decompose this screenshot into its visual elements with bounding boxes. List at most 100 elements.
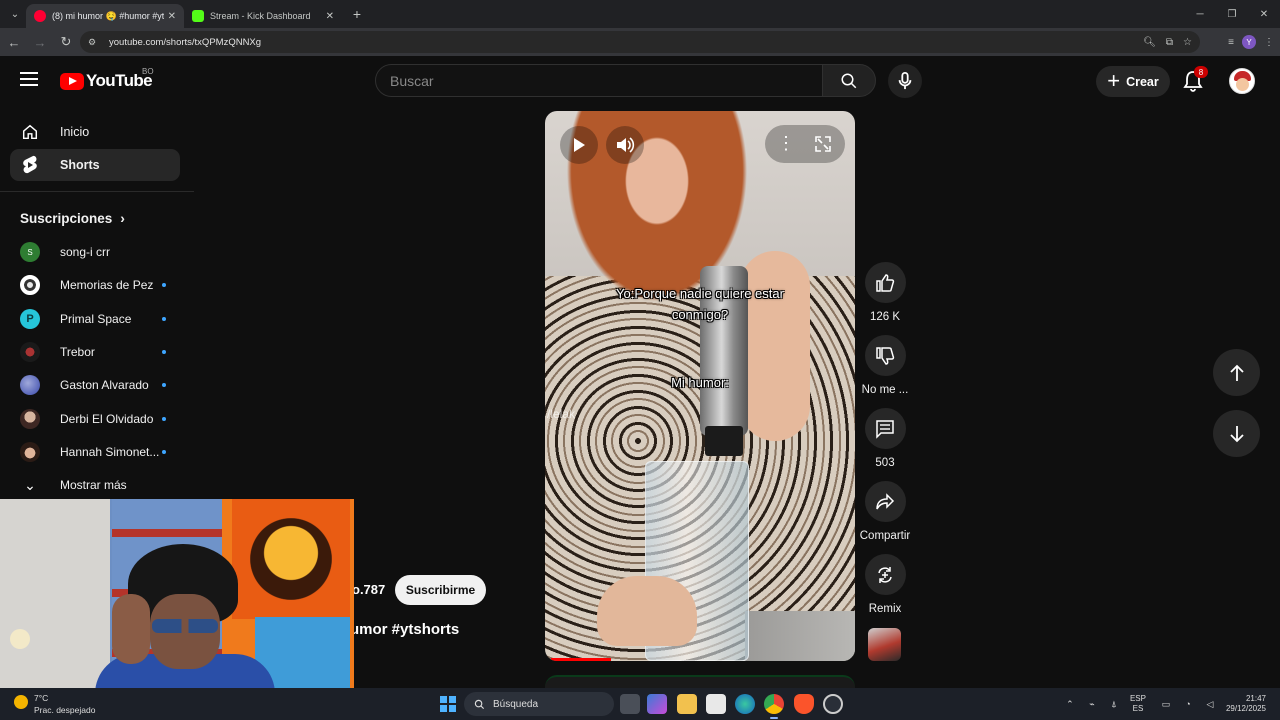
voice-search-button[interactable] [888,64,922,98]
search-input[interactable]: Buscar [375,64,823,97]
channel-name: Derbi El Olvidado [60,412,154,426]
weather-widget[interactable]: 7°C Prac. despejado [14,690,104,718]
obs-icon[interactable] [823,694,843,714]
remix-button[interactable]: Remix [858,554,912,615]
new-tab-button[interactable]: + [346,6,368,22]
video-progress-bar[interactable] [551,658,851,661]
forward-button[interactable]: → [28,30,52,54]
restore-button[interactable]: ❐ [1216,0,1248,28]
zoom-icon[interactable]: 🔍︎ [1143,37,1156,48]
edge-icon[interactable] [735,694,755,714]
show-more-button[interactable]: ⌄ Mostrar más [10,469,180,501]
media-control-icon[interactable]: ≡ [1228,37,1234,48]
comment-count: 503 [875,457,895,469]
search-icon [474,699,485,709]
subscription-item[interactable]: Derbi El Olvidado [10,403,180,435]
new-content-dot [162,450,166,454]
sidebar-item-label: Shorts [60,158,100,172]
taskbar-search[interactable]: Búsqueda [464,692,614,716]
audio-thumbnail[interactable] [868,628,901,661]
youtube-favicon-icon [34,10,46,22]
share-button[interactable]: Compartir [858,481,912,542]
cast-icon[interactable]: ⧉ [1166,37,1173,48]
new-content-dot [162,283,166,287]
omnibox-actions: 🔍︎ ⧉ ☆ [1143,31,1192,53]
windows-taskbar: 7°C Prac. despejado Búsqueda ⌃ ⌁ ⍋ ESP E… [0,688,1280,720]
volume-button[interactable] [606,126,644,164]
tab-youtube-short[interactable]: (8) mi humor 🤤 #humor #ytsh ✕ [26,4,184,28]
store-icon[interactable] [706,694,726,714]
like-button[interactable]: 126 K [858,262,912,323]
account-avatar[interactable] [1229,68,1255,94]
menu-hamburger-icon[interactable] [20,72,38,86]
omnibox[interactable]: ⚙ youtube.com/shorts/txQPMzQNNXg 🔍︎ ⧉ ☆ [80,31,1200,53]
url-text: youtube.com/shorts/txQPMzQNNXg [109,36,262,48]
subscribe-button[interactable]: Suscribirme [395,575,486,605]
tab-search-button[interactable]: ⌄ [4,3,26,25]
create-button[interactable]: + Crear [1096,66,1170,97]
notification-badge: 8 [1194,66,1208,78]
dislike-button[interactable]: No me ... [858,335,912,396]
system-tray: ⌃ ⌁ ⍋ ESP ES ▭ ◔ ◁ 21:47 29/12/2025 [1064,688,1280,720]
subscription-item[interactable]: Gaston Alvarado [10,369,180,401]
notifications-button[interactable]: 8 [1183,66,1208,92]
next-short-button[interactable] [1213,410,1260,457]
previous-short-button[interactable] [1213,349,1260,396]
kick-favicon-icon [192,10,204,22]
comment-icon [876,419,894,439]
task-view-icon[interactable] [620,694,640,714]
start-button[interactable] [440,696,456,712]
fullscreen-icon[interactable] [815,136,831,152]
more-options-icon[interactable]: ⋮ [777,133,795,154]
microphone-icon[interactable]: ⍋ [1108,698,1120,710]
minimize-button[interactable]: ─ [1184,0,1216,28]
play-button[interactable] [560,126,598,164]
channel-name[interactable]: o.787 [352,582,385,597]
subscriptions-heading[interactable]: Suscripciones › [20,210,125,226]
close-tab-icon[interactable]: ✕ [326,11,334,22]
reload-button[interactable]: ↻ [54,30,78,54]
webcam-glasses [152,619,218,633]
channel-avatar: S [20,242,40,262]
subscription-item[interactable]: S song-i crr [10,236,180,268]
video-caption-bottom: Mi humor: [671,375,729,390]
close-window-button[interactable]: ✕ [1248,0,1280,28]
create-label: Crear [1126,74,1159,89]
copilot-icon[interactable] [647,694,667,714]
weather-condition: Prac. despejado [34,705,96,715]
search-button[interactable] [822,64,876,97]
channel-name: Memorias de Pez [60,278,154,292]
wifi-icon[interactable]: ◔ [1182,698,1194,710]
tray-overflow-icon[interactable]: ⌃ [1064,698,1076,710]
file-explorer-icon[interactable] [677,694,697,714]
close-tab-icon[interactable]: ✕ [168,11,176,22]
chrome-icon[interactable] [764,694,784,719]
browser-tab-strip: ⌄ (8) mi humor 🤤 #humor #ytsh ✕ Stream -… [0,0,1280,28]
taskbar-search-label: Búsqueda [493,698,539,710]
channel-avatar [20,375,40,395]
language-indicator[interactable]: ESP ES [1130,694,1146,713]
bookmark-star-icon[interactable]: ☆ [1183,37,1192,48]
display-icon[interactable]: ▭ [1160,698,1172,710]
subscription-item[interactable]: Memorias de Pez [10,269,180,301]
site-info-icon[interactable]: ⚙ [88,37,100,47]
subscriptions-title: Suscripciones [20,210,113,226]
clock[interactable]: 21:47 29/12/2025 [1226,694,1266,714]
subscription-item[interactable]: P Primal Space [10,303,180,335]
short-video-player[interactable]: Yo:Porque nadie quiere estar conmigo? Mi… [545,111,855,661]
back-button[interactable]: ← [2,30,26,54]
subscription-item[interactable]: Trebor [10,336,180,368]
network-icon[interactable]: ⌁ [1086,698,1098,710]
chevron-down-icon: ⌄ [24,476,36,493]
speaker-icon[interactable]: ◁ [1204,698,1216,710]
comments-button[interactable]: 503 [858,408,912,469]
brave-icon[interactable] [794,694,814,714]
sidebar-item-shorts[interactable]: Shorts [10,149,180,181]
subscription-item[interactable]: Hannah Simonet... [10,436,180,468]
youtube-logo[interactable]: YouTube BO [60,67,154,91]
sidebar-item-inicio[interactable]: Inicio [10,116,180,148]
tab-kick-dashboard[interactable]: Stream - Kick Dashboard ✕ [184,4,342,28]
microphone-icon [898,72,912,90]
menu-kebab-icon[interactable]: ⋮ [1264,37,1274,48]
profile-avatar[interactable]: Y [1242,35,1256,49]
